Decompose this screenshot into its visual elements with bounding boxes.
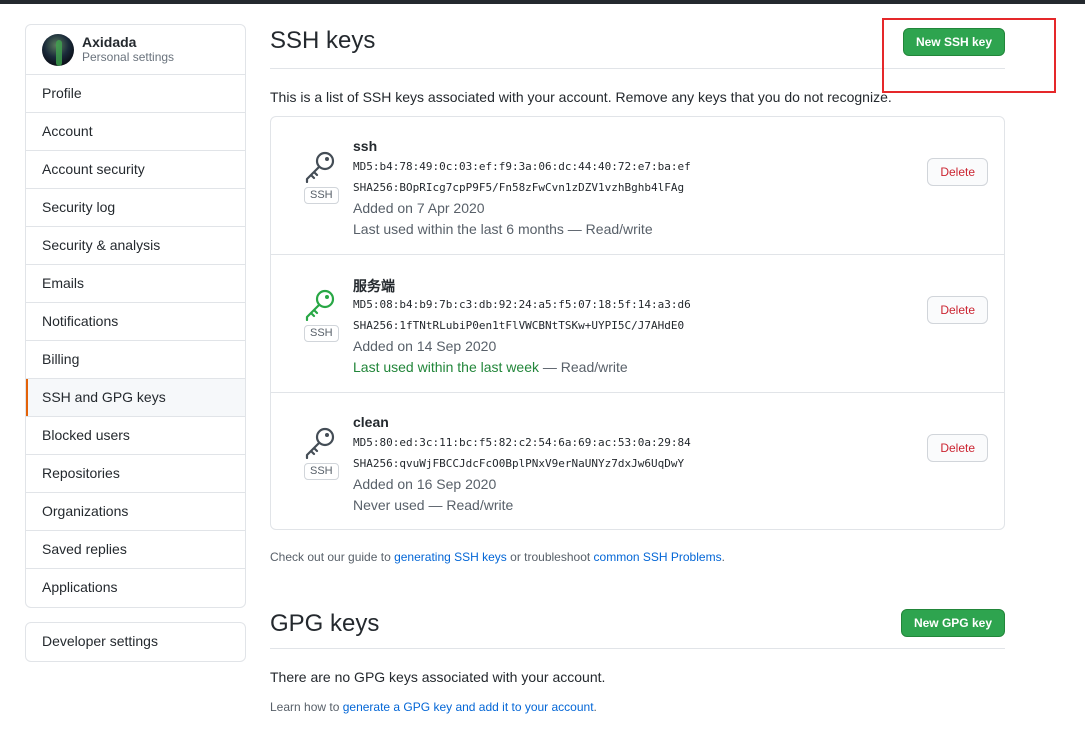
personal-settings-label: Personal settings: [82, 50, 175, 64]
learn-suffix: .: [593, 700, 597, 714]
sidebar-item-security-analysis[interactable]: Security & analysis: [26, 227, 245, 265]
list-item: SSH ssh MD5:b4:78:49:0c:03:ef:f9:3a:06:d…: [271, 117, 1004, 255]
key-sha256-fingerprint: SHA256:1fTNtRLubiP0en1tFlVWCBNtTSKw+UYPI…: [353, 319, 685, 332]
key-icon: [305, 289, 335, 321]
key-name: ssh: [353, 138, 378, 154]
ssh-intro-text: This is a list of SSH keys associated wi…: [270, 89, 892, 105]
sidebar-item-developer-settings[interactable]: Developer settings: [26, 623, 245, 661]
sidebar-item-account-security[interactable]: Account security: [26, 151, 245, 189]
key-added-date: Added on 14 Sep 2020: [353, 338, 497, 354]
generating-ssh-keys-link[interactable]: generating SSH keys: [394, 550, 507, 564]
sidebar-item-notifications[interactable]: Notifications: [26, 303, 245, 341]
key-md5-fingerprint: MD5:b4:78:49:0c:03:ef:f9:3a:06:dc:44:40:…: [353, 160, 691, 173]
gpg-learn-text: Learn how to generate a GPG key and add …: [270, 700, 597, 714]
guide-middle: or troubleshoot: [506, 550, 594, 564]
new-gpg-key-button[interactable]: New GPG key: [900, 609, 1005, 637]
access-text: — Read/write: [539, 359, 628, 375]
ssh-badge: SSH: [304, 187, 339, 204]
gpg-keys-title: GPG keys: [270, 609, 380, 637]
top-header-bar: [0, 0, 1085, 4]
sidebar-item-billing[interactable]: Billing: [26, 341, 245, 379]
username: Axidada: [82, 34, 137, 50]
key-sha256-fingerprint: SHA256:qvuWjFBCCJdcFcO0BplPNxV9erNaUNYz7…: [353, 457, 685, 470]
ssh-key-list: SSH ssh MD5:b4:78:49:0c:03:ef:f9:3a:06:d…: [270, 116, 1005, 530]
developer-settings-menu: Developer settings: [25, 622, 246, 662]
access-text: — Read/write: [424, 497, 514, 513]
common-ssh-problems-link[interactable]: common SSH Problems: [594, 550, 722, 564]
ssh-badge: SSH: [304, 463, 339, 480]
ssh-badge: SSH: [304, 325, 339, 342]
guide-suffix: .: [721, 550, 725, 564]
delete-key-button[interactable]: Delete: [927, 296, 988, 324]
key-name: clean: [353, 414, 389, 430]
sidebar-item-emails[interactable]: Emails: [26, 265, 245, 303]
last-used-text: Last used within the last week: [353, 359, 539, 375]
sidebar-item-account[interactable]: Account: [26, 113, 245, 151]
sidebar-item-repositories[interactable]: Repositories: [26, 455, 245, 493]
key-icon: [305, 151, 335, 183]
delete-key-button[interactable]: Delete: [927, 158, 988, 186]
avatar: [42, 33, 74, 66]
sidebar-item-applications[interactable]: Applications: [26, 569, 245, 607]
list-item: SSH clean MD5:80:ed:3c:11:bc:f5:82:c2:54…: [271, 393, 1004, 529]
key-last-used: Last used within the last week — Read/wr…: [353, 359, 628, 375]
learn-prefix: Learn how to: [270, 700, 343, 714]
key-added-date: Added on 7 Apr 2020: [353, 200, 485, 216]
user-header[interactable]: Axidada Personal settings: [26, 25, 245, 75]
ssh-keys-title: SSH keys: [270, 26, 376, 54]
ssh-guide-text: Check out our guide to generating SSH ke…: [270, 550, 725, 564]
key-last-used: Never used — Read/write: [353, 497, 513, 513]
list-item: SSH 服务端 MD5:08:b4:b9:7b:c3:db:92:24:a5:f…: [271, 255, 1004, 393]
key-icon: [305, 427, 335, 459]
gpg-empty-text: There are no GPG keys associated with yo…: [270, 669, 606, 685]
sidebar-item-saved-replies[interactable]: Saved replies: [26, 531, 245, 569]
key-name: 服务端: [353, 278, 395, 294]
last-used-text: Last used within the last 6 months: [353, 221, 564, 237]
key-last-used: Last used within the last 6 months — Rea…: [353, 221, 653, 237]
access-text: — Read/write: [563, 221, 653, 237]
sidebar-item-ssh-gpg-keys[interactable]: SSH and GPG keys: [26, 379, 245, 417]
sidebar-item-organizations[interactable]: Organizations: [26, 493, 245, 531]
key-md5-fingerprint: MD5:08:b4:b9:7b:c3:db:92:24:a5:f5:07:18:…: [353, 298, 691, 311]
delete-key-button[interactable]: Delete: [927, 434, 988, 462]
key-sha256-fingerprint: SHA256:BOpRIcg7cpP9F5/Fn58zFwCvn1zDZV1vz…: [353, 181, 685, 194]
gpg-keys-header: GPG keys New GPG key: [270, 604, 1005, 649]
generate-gpg-key-link[interactable]: generate a GPG key and add it to your ac…: [343, 700, 594, 714]
sidebar-item-blocked-users[interactable]: Blocked users: [26, 417, 245, 455]
key-added-date: Added on 16 Sep 2020: [353, 476, 497, 492]
sidebar-item-profile[interactable]: Profile: [26, 75, 245, 113]
key-md5-fingerprint: MD5:80:ed:3c:11:bc:f5:82:c2:54:6a:69:ac:…: [353, 436, 691, 449]
highlight-box: [882, 18, 1056, 93]
sidebar-item-security-log[interactable]: Security log: [26, 189, 245, 227]
last-used-text: Never used: [353, 497, 425, 513]
guide-prefix: Check out our guide to: [270, 550, 395, 564]
settings-sidebar: Axidada Personal settings Profile Accoun…: [25, 24, 246, 608]
